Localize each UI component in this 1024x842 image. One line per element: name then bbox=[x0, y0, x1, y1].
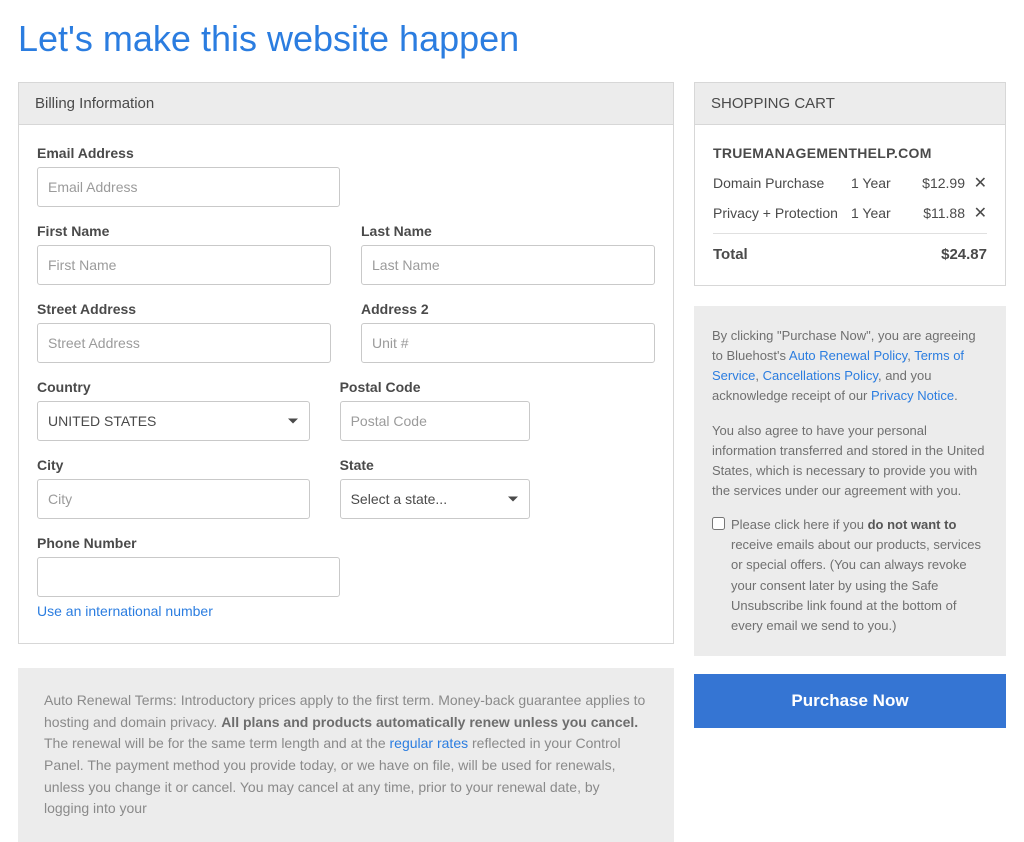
city-field[interactable] bbox=[37, 479, 310, 519]
agreement-block: By clicking "Purchase Now", you are agre… bbox=[694, 306, 1006, 656]
postal-field[interactable] bbox=[340, 401, 530, 441]
cart-panel: SHOPPING CART TRUEMANAGEMENTHELP.COM Dom… bbox=[694, 82, 1006, 286]
address2-label: Address 2 bbox=[361, 301, 655, 317]
cart-line-item: Privacy + Protection 1 Year $11.88 ✕ bbox=[713, 203, 987, 223]
data-transfer-notice: You also agree to have your personal inf… bbox=[712, 421, 988, 502]
phone-label: Phone Number bbox=[37, 535, 340, 551]
postal-label: Postal Code bbox=[340, 379, 530, 395]
cart-item-term: 1 Year bbox=[851, 205, 909, 221]
remove-item-icon[interactable]: ✕ bbox=[965, 203, 987, 223]
cart-item-label: Privacy + Protection bbox=[713, 205, 851, 221]
cart-item-label: Domain Purchase bbox=[713, 175, 851, 191]
email-label: Email Address bbox=[37, 145, 340, 161]
cart-line-item: Domain Purchase 1 Year $12.99 ✕ bbox=[713, 173, 987, 193]
cart-domain-name: TRUEMANAGEMENTHELP.COM bbox=[713, 145, 987, 161]
cart-item-term: 1 Year bbox=[851, 175, 909, 191]
country-label: Country bbox=[37, 379, 310, 395]
cancellations-policy-link[interactable]: Cancellations Policy bbox=[763, 368, 878, 383]
divider bbox=[713, 233, 987, 234]
last-name-label: Last Name bbox=[361, 223, 655, 239]
billing-panel: Billing Information Email Address First … bbox=[18, 82, 674, 644]
state-select[interactable]: Select a state... bbox=[340, 479, 530, 519]
first-name-label: First Name bbox=[37, 223, 331, 239]
city-label: City bbox=[37, 457, 310, 473]
intl-number-link[interactable]: Use an international number bbox=[37, 603, 213, 619]
billing-heading: Billing Information bbox=[19, 83, 673, 125]
cart-heading: SHOPPING CART bbox=[695, 83, 1005, 125]
cart-total-row: Total $24.87 bbox=[713, 246, 987, 263]
last-name-field[interactable] bbox=[361, 245, 655, 285]
email-optout-text: Please click here if you do not want to … bbox=[731, 515, 988, 636]
auto-renewal-terms: Auto Renewal Terms: Introductory prices … bbox=[18, 668, 674, 842]
privacy-notice-link[interactable]: Privacy Notice bbox=[871, 388, 954, 403]
remove-item-icon[interactable]: ✕ bbox=[965, 173, 987, 193]
regular-rates-link[interactable]: regular rates bbox=[390, 735, 469, 751]
street-label: Street Address bbox=[37, 301, 331, 317]
cart-total-label: Total bbox=[713, 246, 748, 263]
email-field[interactable] bbox=[37, 167, 340, 207]
auto-renewal-policy-link[interactable]: Auto Renewal Policy bbox=[789, 348, 907, 363]
address2-field[interactable] bbox=[361, 323, 655, 363]
email-optout-checkbox[interactable] bbox=[712, 517, 725, 530]
cart-item-price: $11.88 bbox=[909, 205, 965, 221]
purchase-now-button[interactable]: Purchase Now bbox=[694, 674, 1006, 728]
country-select[interactable]: UNITED STATES bbox=[37, 401, 310, 441]
page-title: Let's make this website happen bbox=[18, 18, 1006, 60]
street-field[interactable] bbox=[37, 323, 331, 363]
cart-item-price: $12.99 bbox=[909, 175, 965, 191]
state-label: State bbox=[340, 457, 530, 473]
first-name-field[interactable] bbox=[37, 245, 331, 285]
cart-total-value: $24.87 bbox=[941, 246, 987, 263]
phone-field[interactable] bbox=[37, 557, 340, 597]
